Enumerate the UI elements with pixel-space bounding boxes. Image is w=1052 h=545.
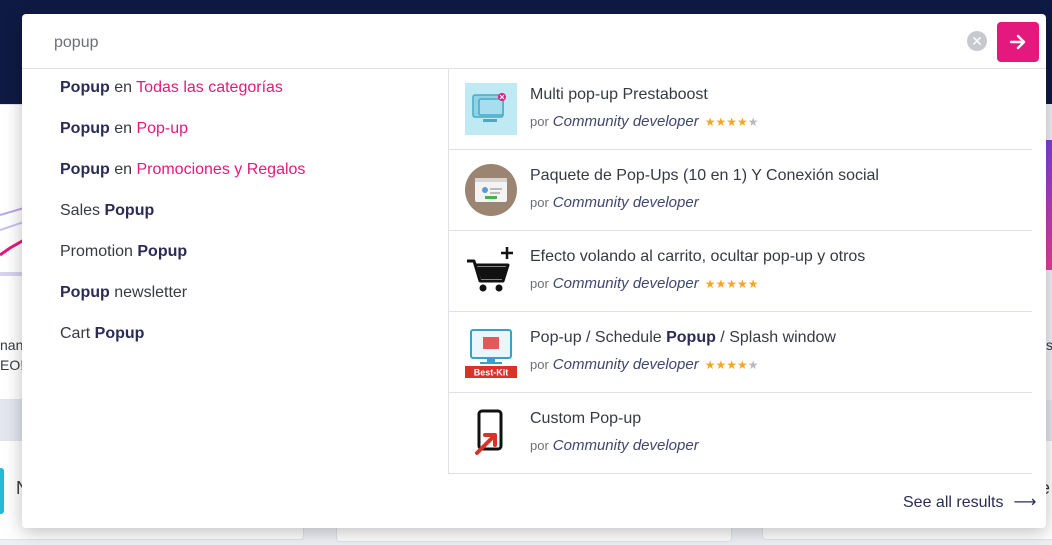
module-results-list: Multi pop-up Prestaboost por Community de…	[449, 69, 1032, 474]
see-all-label: See all results	[903, 494, 1004, 511]
result-meta: por Community developer	[530, 194, 699, 211]
result-meta: por Community developer ★★★★★	[530, 356, 759, 373]
suggestion-text: Promotion	[60, 243, 138, 260]
suggestion-item[interactable]: Popup en Pop-up	[60, 117, 440, 158]
suggestion-item[interactable]: Cart Popup	[60, 322, 440, 363]
suggestion-keyword: Popup	[60, 284, 110, 301]
browser-profile-icon	[465, 164, 517, 216]
background-teal-accent	[0, 468, 4, 514]
suggestion-item[interactable]: Sales Popup	[60, 199, 440, 240]
arrow-right-icon	[1009, 34, 1026, 50]
result-item[interactable]: Multi pop-up Prestaboost por Community de…	[449, 69, 1032, 150]
result-title-keyword: Popup	[666, 329, 716, 346]
background-text: EO!	[0, 357, 25, 373]
result-title: Multi pop-up Prestaboost	[530, 86, 708, 103]
suggestion-keyword: Popup	[137, 243, 188, 260]
result-by-label: por	[530, 195, 549, 210]
suggestion-item[interactable]: Promotion Popup	[60, 240, 440, 281]
suggestion-item[interactable]: Popup en Todas las categorías	[60, 76, 440, 117]
phone-arrow-icon	[465, 407, 517, 459]
search-bar: ✕	[22, 14, 1046, 69]
suggestion-category: Pop-up	[136, 120, 189, 137]
clear-search-button[interactable]: ✕	[967, 31, 987, 51]
best-kit-badge: Best-Kit	[474, 368, 509, 378]
result-item[interactable]: Paquete de Pop-Ups (10 en 1) Y Conexión …	[449, 150, 1032, 231]
suggestion-item[interactable]: Popup en Promociones y Regalos	[60, 158, 440, 199]
result-author-link: Community developer	[552, 275, 699, 292]
see-all-results-link[interactable]: See all results ⟶	[903, 492, 1036, 512]
suggestion-keyword: Popup	[60, 79, 110, 96]
result-meta: por Community developer ★★★★★	[530, 113, 759, 130]
suggestion-keyword: Popup	[60, 120, 110, 137]
result-title: Efecto volando al carrito, ocultar pop-u…	[530, 248, 866, 265]
result-author-link: Community developer	[552, 113, 699, 130]
rating-stars: ★★★★★	[704, 115, 759, 129]
result-title: Pop-up / Schedule Popup / Splash window	[530, 329, 836, 347]
cart-plus-icon	[465, 245, 517, 297]
search-input[interactable]	[54, 32, 954, 54]
result-meta: por Community developer	[530, 437, 699, 454]
result-by-label: por	[530, 276, 549, 291]
suggestion-text: newsletter	[109, 284, 188, 301]
monitor-popup-icon	[465, 83, 517, 135]
result-author-link: Community developer	[552, 194, 699, 211]
result-item[interactable]: Efecto volando al carrito, ocultar pop-u…	[449, 231, 1032, 312]
close-icon: ✕	[971, 33, 983, 49]
result-title-text: / Splash window	[715, 329, 836, 346]
background-text-right: s	[1046, 337, 1052, 353]
suggestion-category: Todas las categorías	[136, 79, 283, 96]
suggestion-item[interactable]: Popup newsletter	[60, 281, 440, 322]
rating-stars: ★★★★★	[704, 358, 759, 372]
result-author-link: Community developer	[552, 437, 699, 454]
suggestion-text: Cart	[60, 325, 95, 342]
result-item[interactable]: Best-Kit Pop-up / Schedule Popup / Splas…	[449, 312, 1032, 393]
result-meta: por Community developer ★★★★★	[530, 275, 759, 292]
result-title: Paquete de Pop-Ups (10 en 1) Y Conexión …	[530, 167, 879, 184]
result-author-link: Community developer	[552, 356, 699, 373]
result-title-text: Pop-up / Schedule	[530, 329, 667, 346]
rating-stars: ★★★★★	[704, 277, 759, 291]
suggestion-keyword: Popup	[94, 325, 145, 342]
suggestion-keyword: Popup	[104, 202, 155, 219]
result-by-label: por	[530, 438, 549, 453]
suggestion-text: en	[109, 79, 137, 96]
suggestion-text: en	[109, 120, 137, 137]
best-kit-monitor-icon: Best-Kit	[465, 326, 517, 378]
search-dropdown-panel: ✕ Popup en Todas las categorías Popup en…	[22, 14, 1046, 528]
result-by-label: por	[530, 114, 549, 129]
result-title: Custom Pop-up	[530, 410, 642, 427]
suggestion-keyword: Popup	[60, 161, 110, 178]
suggestion-text: Sales	[60, 202, 105, 219]
suggestion-category: Promociones y Regalos	[136, 161, 306, 178]
result-item[interactable]: Custom Pop-up por Community developer	[449, 393, 1032, 474]
result-by-label: por	[530, 357, 549, 372]
long-arrow-right-icon: ⟶	[1013, 494, 1037, 511]
background-text: nan	[0, 337, 24, 353]
search-submit-button[interactable]	[997, 22, 1039, 62]
background-chart-graphic	[0, 207, 24, 276]
suggestion-text: en	[109, 161, 137, 178]
suggestion-list: Popup en Todas las categorías Popup en P…	[60, 76, 440, 363]
